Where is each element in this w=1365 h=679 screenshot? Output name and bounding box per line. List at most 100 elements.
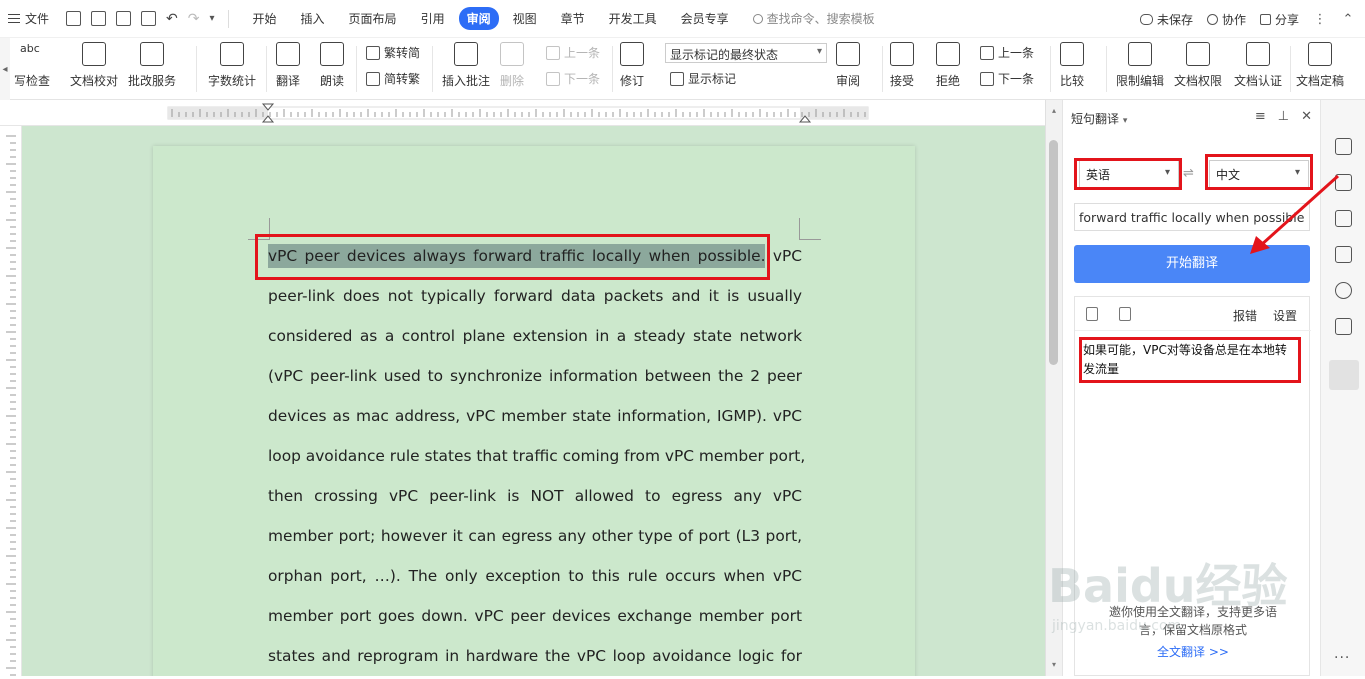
review-pane-button[interactable]: 审阅	[836, 42, 860, 89]
display-mode-select[interactable]: 显示标记的最终状态	[665, 43, 827, 63]
undo-icon[interactable]: ↶	[166, 11, 178, 27]
prev-change-button[interactable]: 上一条	[980, 44, 1034, 61]
compare-icon	[1060, 42, 1084, 66]
sliders-icon[interactable]	[1335, 246, 1352, 263]
translate-panel-icon[interactable]	[1329, 360, 1359, 390]
word-count-icon	[220, 42, 244, 66]
document-body-text[interactable]: vPC peer devices always forward traffic …	[268, 236, 806, 676]
tab-view[interactable]: 视图	[503, 7, 547, 30]
tab-review[interactable]: 审阅	[458, 7, 499, 30]
command-search[interactable]: 查找命令、搜索模板	[752, 10, 875, 27]
doc-permission-button[interactable]: 文档权限	[1174, 42, 1222, 89]
tab-member[interactable]: 会员专享	[671, 7, 739, 30]
more-icon[interactable]: ···	[1334, 650, 1350, 666]
copy-icon[interactable]	[1119, 307, 1131, 321]
doc-proof-button[interactable]: 文档校对	[70, 42, 118, 89]
batch-service-button[interactable]: 批改服务	[128, 42, 176, 89]
settings-button[interactable]: 设置	[1273, 307, 1297, 324]
document-line: loop avoidance rule states that traffic …	[268, 447, 806, 465]
scroll-down-icon[interactable]: ▾	[1049, 660, 1059, 670]
spell-check-button[interactable]: abc 写检查	[14, 42, 50, 89]
doc-certify-button[interactable]: 文档认证	[1234, 42, 1282, 89]
start-translate-button[interactable]: 开始翻译	[1074, 245, 1310, 283]
document-page[interactable]: vPC peer devices always forward traffic …	[153, 146, 915, 676]
word-count-label: 字数统计	[208, 74, 257, 88]
report-error-button[interactable]: 报错	[1233, 307, 1257, 324]
scrollbar-thumb[interactable]	[1049, 140, 1058, 365]
tab-developer[interactable]: 开发工具	[599, 7, 667, 30]
scroll-up-icon[interactable]: ▴	[1049, 106, 1059, 116]
restrict-edit-button[interactable]: 限制编辑	[1116, 42, 1164, 89]
watermark: Baidu经验 jingyan.baidu.com	[1048, 530, 1308, 640]
insert-to-doc-icon[interactable]	[1086, 307, 1098, 321]
trad-to-simp-button[interactable]: 繁转简	[366, 44, 420, 61]
translate-button[interactable]: 翻译	[276, 42, 300, 89]
menu-bar: 文件 ↶ ↷ ▾ 开始 插入 页面布局 引用 审阅 视图 章节 开发工具 会员专…	[0, 0, 1365, 38]
tab-section[interactable]: 章节	[551, 7, 595, 30]
horizontal-ruler[interactable]	[0, 100, 1045, 126]
document-line: member port goes down. vPC peer devices …	[268, 607, 802, 625]
ribbon-scroll-left-icon[interactable]: ◂	[0, 38, 10, 100]
tab-page-layout[interactable]: 页面布局	[339, 7, 407, 30]
tab-home[interactable]: 开始	[243, 7, 287, 30]
insert-comment-icon	[454, 42, 478, 66]
doc-finalize-button[interactable]: 文档定稿	[1296, 42, 1344, 89]
file-menu[interactable]: 文件	[8, 10, 49, 27]
simp-to-trad-button[interactable]: 简转繁	[366, 70, 420, 87]
show-markup-button[interactable]: 显示标记	[670, 70, 736, 87]
share-button[interactable]: 分享	[1259, 11, 1299, 28]
menu-icon[interactable]: ≡	[1255, 109, 1266, 124]
shield-icon	[1246, 42, 1270, 66]
cursor-select-icon[interactable]	[1335, 210, 1352, 227]
photo-icon[interactable]	[1335, 318, 1352, 335]
track-changes-label: 修订	[620, 74, 645, 88]
reject-button[interactable]: 拒绝	[936, 42, 960, 89]
ribbon-toolbar: ◂ abc 写检查 文档校对 批改服务 字数统计 翻译 朗读 繁转简 简转繁 插…	[0, 38, 1365, 100]
unsaved-status[interactable]: 未保存	[1139, 11, 1193, 28]
batch-service-label: 批改服务	[128, 74, 177, 88]
panel-title[interactable]: 短句翻译 ▾	[1071, 110, 1127, 127]
export-icon[interactable]	[91, 11, 107, 26]
prev-comment-button[interactable]: 上一条	[546, 44, 600, 61]
save-icon[interactable]	[66, 11, 82, 26]
document-area[interactable]: vPC peer devices always forward traffic …	[22, 126, 1045, 676]
source-text-input[interactable]: forward traffic locally when possible	[1074, 203, 1310, 231]
insert-comment-button[interactable]: 插入批注	[442, 42, 490, 89]
delete-comment-label: 删除	[500, 74, 525, 88]
word-count-button[interactable]: 字数统计	[208, 42, 256, 89]
trad-to-simp-label: 繁转简	[384, 46, 421, 60]
prev-change-icon	[980, 45, 994, 60]
redo-icon[interactable]: ↷	[188, 11, 200, 27]
compare-label: 比较	[1060, 74, 1085, 88]
customize-quick-access-icon[interactable]: ▾	[209, 13, 214, 24]
prev-comment-label: 上一条	[564, 46, 601, 60]
tab-insert[interactable]: 插入	[291, 7, 335, 30]
vertical-ruler[interactable]	[0, 126, 22, 676]
next-comment-icon	[546, 71, 560, 86]
accept-button[interactable]: 接受	[890, 42, 914, 89]
swap-languages-icon[interactable]: ⇌	[1183, 166, 1194, 181]
result-highlight-box	[1079, 337, 1301, 383]
print-icon[interactable]	[116, 11, 132, 26]
compare-button[interactable]: 比较	[1060, 42, 1084, 89]
prev-change-label: 上一条	[998, 46, 1035, 60]
read-aloud-button[interactable]: 朗读	[320, 42, 344, 89]
pen-icon[interactable]	[1335, 174, 1352, 191]
tab-references[interactable]: 引用	[411, 7, 455, 30]
collaborate-button[interactable]: 协作	[1206, 11, 1246, 28]
rocket-icon[interactable]	[1335, 138, 1352, 155]
next-change-button[interactable]: 下一条	[980, 70, 1034, 87]
next-comment-button[interactable]: 下一条	[546, 70, 600, 87]
simp-to-trad-label: 简转繁	[384, 72, 421, 86]
ribbon-tabs: 开始 插入 页面布局 引用 审阅 视图 章节 开发工具 会员专享	[243, 7, 739, 30]
pin-icon[interactable]: ⊥	[1278, 109, 1289, 124]
close-icon[interactable]: ✕	[1301, 109, 1312, 124]
delete-comment-button[interactable]: 删除	[500, 42, 524, 89]
collapse-ribbon-icon[interactable]: ⌃	[1341, 12, 1355, 27]
track-changes-button[interactable]: 修订	[620, 42, 644, 89]
help-icon[interactable]	[1335, 282, 1352, 299]
document-line: states and reprogram in hardware the vPC…	[268, 647, 802, 665]
print-preview-icon[interactable]	[141, 11, 157, 26]
full-translate-link[interactable]: 全文翻译 >>	[1075, 643, 1311, 661]
more-options-icon[interactable]: ⋮	[1313, 12, 1327, 27]
